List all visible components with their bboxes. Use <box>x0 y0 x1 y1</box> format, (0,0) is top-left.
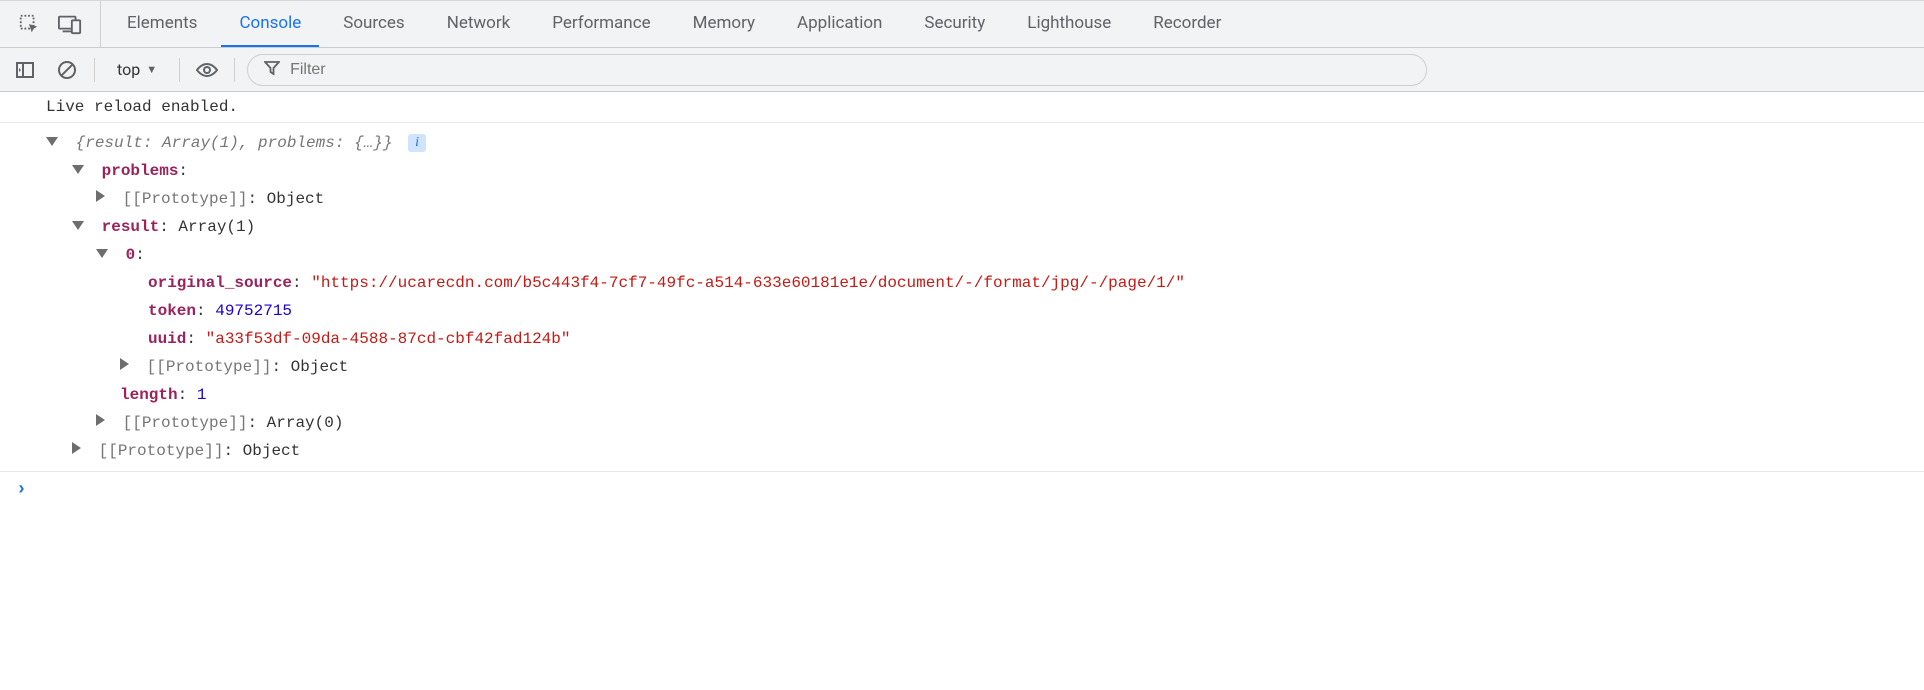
console-toolbar: top ▼ <box>0 48 1924 92</box>
tab-performance[interactable]: Performance <box>534 1 668 47</box>
expand-arrow-icon[interactable] <box>72 221 84 230</box>
property-length[interactable]: length: 1 <box>46 381 1914 409</box>
object-summary-row[interactable]: {result: Array(1), problems: {…}} i <box>46 129 1914 157</box>
property-key: uuid <box>148 330 186 348</box>
tab-console[interactable]: Console <box>221 1 319 47</box>
tabbar-leading-icons <box>0 1 101 47</box>
info-icon[interactable]: i <box>408 134 426 152</box>
property-uuid[interactable]: uuid: "a33f53df-09da-4588-87cd-cbf42fad1… <box>46 325 1914 353</box>
device-toolbar-icon[interactable] <box>58 13 82 35</box>
prototype-row[interactable]: [[Prototype]]: Object <box>46 185 1914 213</box>
filter-container <box>247 54 1427 86</box>
prototype-label: [[Prototype]] <box>123 414 248 432</box>
object-preview: {result: Array(1), problems: {…}} <box>76 134 393 152</box>
console-prompt[interactable]: › <box>0 471 1924 508</box>
property-token[interactable]: token: 49752715 <box>46 297 1914 325</box>
expand-arrow-icon[interactable] <box>72 165 84 174</box>
property-key: length <box>120 386 178 404</box>
property-value: "a33f53df-09da-4588-87cd-cbf42fad124b" <box>206 330 571 348</box>
prototype-row[interactable]: [[Prototype]]: Array(0) <box>46 409 1914 437</box>
console-output: Live reload enabled. {result: Array(1), … <box>0 92 1924 508</box>
prototype-row[interactable]: [[Prototype]]: Object <box>46 353 1914 381</box>
tab-sources[interactable]: Sources <box>325 1 422 47</box>
clear-console-button[interactable] <box>52 55 82 85</box>
property-result[interactable]: result: Array(1) <box>46 213 1914 241</box>
console-object-tree: {result: Array(1), problems: {…}} i prob… <box>0 123 1924 471</box>
property-value: 1 <box>197 386 207 404</box>
array-index-key: 0 <box>126 246 136 264</box>
prototype-value: Object <box>267 190 325 208</box>
inspect-element-icon[interactable] <box>18 13 40 35</box>
prototype-row[interactable]: [[Prototype]]: Object <box>46 437 1914 465</box>
separator <box>234 58 235 82</box>
tab-lighthouse[interactable]: Lighthouse <box>1009 1 1129 47</box>
prompt-arrow-icon: › <box>16 480 27 500</box>
property-value: Array(1) <box>178 218 255 236</box>
tab-network[interactable]: Network <box>429 1 529 47</box>
expand-arrow-icon[interactable] <box>96 249 108 258</box>
tab-application[interactable]: Application <box>779 1 900 47</box>
expand-arrow-icon[interactable] <box>96 190 105 202</box>
prototype-label: [[Prototype]] <box>147 358 272 376</box>
log-message: Live reload enabled. <box>0 92 1924 123</box>
filter-icon <box>264 60 280 80</box>
chevron-down-icon: ▼ <box>146 63 157 76</box>
property-key: token <box>148 302 196 320</box>
tab-elements[interactable]: Elements <box>109 1 215 47</box>
devtools-tabs: Elements Console Sources Network Perform… <box>101 1 1239 47</box>
context-label: top <box>117 60 140 79</box>
property-key: result <box>102 218 160 236</box>
property-original-source[interactable]: original_source: "https://ucarecdn.com/b… <box>46 269 1914 297</box>
property-key: original_source <box>148 274 292 292</box>
devtools-tabbar: Elements Console Sources Network Perform… <box>0 0 1924 48</box>
property-value: "https://ucarecdn.com/b5c443f4-7cf7-49fc… <box>311 274 1185 292</box>
prototype-label: [[Prototype]] <box>99 442 224 460</box>
filter-input[interactable] <box>290 61 1410 79</box>
expand-arrow-icon[interactable] <box>96 414 105 426</box>
tab-security[interactable]: Security <box>906 1 1003 47</box>
live-expression-button[interactable] <box>192 55 222 85</box>
expand-arrow-icon[interactable] <box>120 358 129 370</box>
toggle-sidebar-button[interactable] <box>10 55 40 85</box>
prototype-label: [[Prototype]] <box>123 190 248 208</box>
expand-arrow-icon[interactable] <box>72 442 81 454</box>
tab-recorder[interactable]: Recorder <box>1135 1 1239 47</box>
prototype-value: Object <box>243 442 301 460</box>
separator <box>179 58 180 82</box>
prototype-value: Array(0) <box>267 414 344 432</box>
execution-context-selector[interactable]: top ▼ <box>107 56 167 83</box>
property-value: 49752715 <box>215 302 292 320</box>
property-key: problems <box>102 162 179 180</box>
array-index-0[interactable]: 0: <box>46 241 1914 269</box>
prototype-value: Object <box>291 358 349 376</box>
tab-memory[interactable]: Memory <box>675 1 773 47</box>
expand-arrow-icon[interactable] <box>46 137 58 146</box>
property-problems[interactable]: problems: <box>46 157 1914 185</box>
separator <box>94 58 95 82</box>
